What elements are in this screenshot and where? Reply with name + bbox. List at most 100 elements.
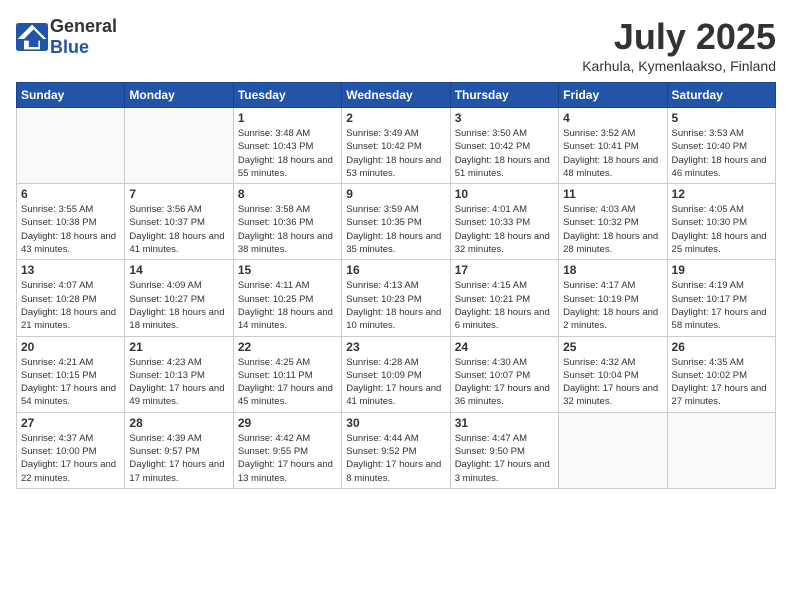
day-number: 3 bbox=[455, 111, 554, 125]
day-info: Sunrise: 4:01 AM Sunset: 10:33 PM Daylig… bbox=[455, 203, 554, 256]
logo-blue: Blue bbox=[50, 37, 89, 57]
location-title: Karhula, Kymenlaakso, Finland bbox=[582, 58, 776, 74]
calendar-day-cell: 19 Sunrise: 4:19 AM Sunset: 10:17 PM Dayl… bbox=[667, 260, 775, 336]
day-info: Sunrise: 4:13 AM Sunset: 10:23 PM Daylig… bbox=[346, 279, 445, 332]
logo-icon bbox=[16, 23, 48, 51]
day-number: 21 bbox=[129, 340, 228, 354]
calendar-day-cell: 29 Sunrise: 4:42 AM Sunset: 9:55 PM Dayli… bbox=[233, 412, 341, 488]
day-number: 2 bbox=[346, 111, 445, 125]
day-info: Sunrise: 4:47 AM Sunset: 9:50 PM Dayligh… bbox=[455, 432, 554, 485]
title-block: July 2025 Karhula, Kymenlaakso, Finland bbox=[582, 16, 776, 74]
calendar-week-row: 6 Sunrise: 3:55 AM Sunset: 10:38 PM Dayli… bbox=[17, 184, 776, 260]
day-info: Sunrise: 4:11 AM Sunset: 10:25 PM Daylig… bbox=[238, 279, 337, 332]
calendar-day-cell: 27Sunrise: 4:37 AM Sunset: 10:00 PM Dayl… bbox=[17, 412, 125, 488]
calendar-day-cell: 31 Sunrise: 4:47 AM Sunset: 9:50 PM Dayli… bbox=[450, 412, 558, 488]
calendar-week-row: 20Sunrise: 4:21 AM Sunset: 10:15 PM Dayl… bbox=[17, 336, 776, 412]
day-number: 15 bbox=[238, 263, 337, 277]
calendar-day-cell: 7 Sunrise: 3:56 AM Sunset: 10:37 PM Dayli… bbox=[125, 184, 233, 260]
calendar-day-cell: 6 Sunrise: 3:55 AM Sunset: 10:38 PM Dayli… bbox=[17, 184, 125, 260]
calendar-day-cell: 21 Sunrise: 4:23 AM Sunset: 10:13 PM Dayl… bbox=[125, 336, 233, 412]
day-number: 11 bbox=[563, 187, 662, 201]
day-info: Sunrise: 4:19 AM Sunset: 10:17 PM Daylig… bbox=[672, 279, 771, 332]
page-header: General Blue July 2025 Karhula, Kymenlaa… bbox=[16, 16, 776, 74]
month-title: July 2025 bbox=[582, 16, 776, 58]
day-number: 7 bbox=[129, 187, 228, 201]
calendar-day-cell bbox=[667, 412, 775, 488]
day-info: Sunrise: 4:25 AM Sunset: 10:11 PM Daylig… bbox=[238, 356, 337, 409]
day-of-week-header: Monday bbox=[125, 83, 233, 108]
day-number: 5 bbox=[672, 111, 771, 125]
day-number: 1 bbox=[238, 111, 337, 125]
calendar-day-cell: 16 Sunrise: 4:13 AM Sunset: 10:23 PM Dayl… bbox=[342, 260, 450, 336]
day-number: 19 bbox=[672, 263, 771, 277]
day-number: 18 bbox=[563, 263, 662, 277]
logo: General Blue bbox=[16, 16, 117, 58]
day-number: 10 bbox=[455, 187, 554, 201]
calendar-day-cell: 20Sunrise: 4:21 AM Sunset: 10:15 PM Dayl… bbox=[17, 336, 125, 412]
day-info: Sunrise: 3:56 AM Sunset: 10:37 PM Daylig… bbox=[129, 203, 228, 256]
day-number: 26 bbox=[672, 340, 771, 354]
day-number: 17 bbox=[455, 263, 554, 277]
calendar-day-cell bbox=[125, 108, 233, 184]
calendar-day-cell: 17Sunrise: 4:15 AM Sunset: 10:21 PM Dayl… bbox=[450, 260, 558, 336]
day-of-week-header: Saturday bbox=[667, 83, 775, 108]
day-number: 9 bbox=[346, 187, 445, 201]
day-info: Sunrise: 4:05 AM Sunset: 10:30 PM Daylig… bbox=[672, 203, 771, 256]
day-info: Sunrise: 4:17 AM Sunset: 10:19 PM Daylig… bbox=[563, 279, 662, 332]
calendar-table: SundayMondayTuesdayWednesdayThursdayFrid… bbox=[16, 82, 776, 489]
calendar-day-cell bbox=[559, 412, 667, 488]
day-number: 22 bbox=[238, 340, 337, 354]
logo-general: General bbox=[50, 16, 117, 36]
day-of-week-header: Tuesday bbox=[233, 83, 341, 108]
day-info: Sunrise: 3:50 AM Sunset: 10:42 PM Daylig… bbox=[455, 127, 554, 180]
calendar-day-cell: 5 Sunrise: 3:53 AM Sunset: 10:40 PM Dayli… bbox=[667, 108, 775, 184]
day-info: Sunrise: 3:55 AM Sunset: 10:38 PM Daylig… bbox=[21, 203, 120, 256]
day-info: Sunrise: 4:32 AM Sunset: 10:04 PM Daylig… bbox=[563, 356, 662, 409]
day-info: Sunrise: 4:35 AM Sunset: 10:02 PM Daylig… bbox=[672, 356, 771, 409]
day-info: Sunrise: 4:03 AM Sunset: 10:32 PM Daylig… bbox=[563, 203, 662, 256]
calendar-day-cell: 28Sunrise: 4:39 AM Sunset: 9:57 PM Dayli… bbox=[125, 412, 233, 488]
calendar-day-cell bbox=[17, 108, 125, 184]
day-number: 30 bbox=[346, 416, 445, 430]
day-number: 24 bbox=[455, 340, 554, 354]
calendar-week-row: 27Sunrise: 4:37 AM Sunset: 10:00 PM Dayl… bbox=[17, 412, 776, 488]
day-info: Sunrise: 4:21 AM Sunset: 10:15 PM Daylig… bbox=[21, 356, 120, 409]
day-number: 6 bbox=[21, 187, 120, 201]
day-info: Sunrise: 4:09 AM Sunset: 10:27 PM Daylig… bbox=[129, 279, 228, 332]
day-number: 8 bbox=[238, 187, 337, 201]
calendar-week-row: 13Sunrise: 4:07 AM Sunset: 10:28 PM Dayl… bbox=[17, 260, 776, 336]
day-of-week-header: Wednesday bbox=[342, 83, 450, 108]
calendar-day-cell: 22 Sunrise: 4:25 AM Sunset: 10:11 PM Dayl… bbox=[233, 336, 341, 412]
calendar-day-cell: 25Sunrise: 4:32 AM Sunset: 10:04 PM Dayl… bbox=[559, 336, 667, 412]
calendar-day-cell: 24Sunrise: 4:30 AM Sunset: 10:07 PM Dayl… bbox=[450, 336, 558, 412]
day-info: Sunrise: 3:59 AM Sunset: 10:35 PM Daylig… bbox=[346, 203, 445, 256]
calendar-day-cell: 26 Sunrise: 4:35 AM Sunset: 10:02 PM Dayl… bbox=[667, 336, 775, 412]
calendar-week-row: 1Sunrise: 3:48 AM Sunset: 10:43 PM Dayli… bbox=[17, 108, 776, 184]
day-number: 29 bbox=[238, 416, 337, 430]
calendar-day-cell: 10 Sunrise: 4:01 AM Sunset: 10:33 PM Dayl… bbox=[450, 184, 558, 260]
day-number: 31 bbox=[455, 416, 554, 430]
day-info: Sunrise: 4:42 AM Sunset: 9:55 PM Dayligh… bbox=[238, 432, 337, 485]
day-info: Sunrise: 3:53 AM Sunset: 10:40 PM Daylig… bbox=[672, 127, 771, 180]
day-number: 4 bbox=[563, 111, 662, 125]
day-number: 14 bbox=[129, 263, 228, 277]
calendar-day-cell: 3 Sunrise: 3:50 AM Sunset: 10:42 PM Dayli… bbox=[450, 108, 558, 184]
day-number: 13 bbox=[21, 263, 120, 277]
calendar-day-cell: 2 Sunrise: 3:49 AM Sunset: 10:42 PM Dayli… bbox=[342, 108, 450, 184]
calendar-day-cell: 12 Sunrise: 4:05 AM Sunset: 10:30 PM Dayl… bbox=[667, 184, 775, 260]
day-info: Sunrise: 3:49 AM Sunset: 10:42 PM Daylig… bbox=[346, 127, 445, 180]
calendar-day-cell: 4 Sunrise: 3:52 AM Sunset: 10:41 PM Dayli… bbox=[559, 108, 667, 184]
day-info: Sunrise: 3:52 AM Sunset: 10:41 PM Daylig… bbox=[563, 127, 662, 180]
day-of-week-header: Sunday bbox=[17, 83, 125, 108]
calendar-day-cell: 15 Sunrise: 4:11 AM Sunset: 10:25 PM Dayl… bbox=[233, 260, 341, 336]
calendar-day-cell: 1Sunrise: 3:48 AM Sunset: 10:43 PM Dayli… bbox=[233, 108, 341, 184]
day-number: 12 bbox=[672, 187, 771, 201]
day-number: 23 bbox=[346, 340, 445, 354]
day-info: Sunrise: 4:39 AM Sunset: 9:57 PM Dayligh… bbox=[129, 432, 228, 485]
day-number: 16 bbox=[346, 263, 445, 277]
day-info: Sunrise: 4:23 AM Sunset: 10:13 PM Daylig… bbox=[129, 356, 228, 409]
calendar-day-cell: 11 Sunrise: 4:03 AM Sunset: 10:32 PM Dayl… bbox=[559, 184, 667, 260]
day-info: Sunrise: 4:28 AM Sunset: 10:09 PM Daylig… bbox=[346, 356, 445, 409]
calendar-day-cell: 18 Sunrise: 4:17 AM Sunset: 10:19 PM Dayl… bbox=[559, 260, 667, 336]
calendar-day-cell: 30Sunrise: 4:44 AM Sunset: 9:52 PM Dayli… bbox=[342, 412, 450, 488]
